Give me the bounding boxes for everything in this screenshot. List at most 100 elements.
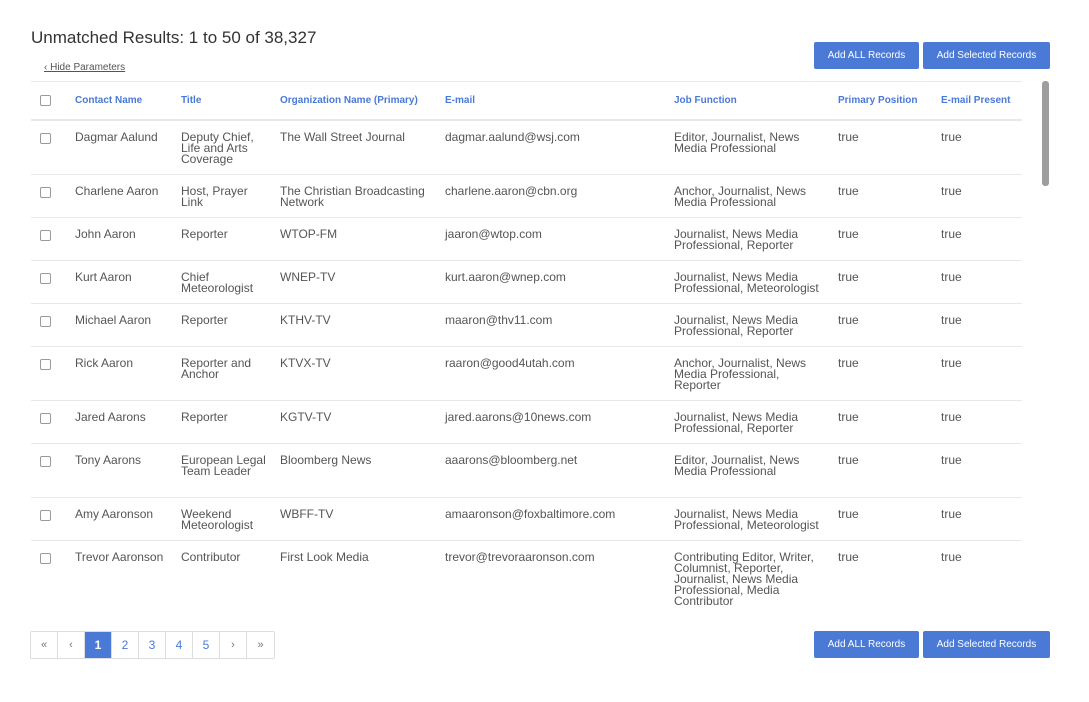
- primary-position-value: true: [838, 409, 859, 424]
- unmatched-results-page: Unmatched Results: 1 to 50 of 38,327 ‹ H…: [0, 0, 1089, 702]
- organization-name: First Look Media: [280, 549, 369, 564]
- add-all-records-button[interactable]: Add ALL Records: [814, 42, 919, 69]
- job-function: Anchor, Journalist, News Media Professio…: [674, 355, 807, 392]
- contact-name: Michael Aaron: [75, 312, 152, 327]
- header-row: Contact Name Title Organization Name (Pr…: [31, 81, 1022, 121]
- job-function: Journalist, News Media Professional, Rep…: [674, 409, 799, 435]
- primary-position-value: true: [838, 549, 859, 564]
- hide-parameters-link[interactable]: ‹ Hide Parameters: [44, 62, 125, 73]
- organization-name: WTOP-FM: [280, 226, 338, 241]
- contact-name: Rick Aaron: [75, 355, 134, 370]
- next-page-button[interactable]: ›: [220, 632, 247, 658]
- email-present-cell: true: [941, 400, 1022, 444]
- table-row: Jared Aarons Reporter KGTV-TV jared.aaro…: [31, 400, 1022, 444]
- job-function: Anchor, Journalist, News Media Professio…: [674, 183, 807, 209]
- table-header: Contact Name Title Organization Name (Pr…: [31, 81, 1022, 121]
- email-address: maaron@thv11.com: [445, 312, 553, 327]
- job-function: Journalist, News Media Professional, Rep…: [674, 226, 799, 252]
- column-header-contact-name[interactable]: Contact Name: [75, 81, 181, 121]
- contact-title: Reporter: [181, 226, 228, 241]
- row-checkbox[interactable]: [40, 358, 51, 370]
- email-cell: dagmar.aalund@wsj.com: [445, 120, 674, 175]
- column-header-job-function[interactable]: Job Function: [674, 81, 838, 121]
- row-checkbox[interactable]: [40, 133, 51, 144]
- table-row: Amy Aaronson Weekend Meteorologist WBFF-…: [31, 497, 1022, 541]
- email-cell: charlene.aaron@cbn.org: [445, 174, 674, 218]
- primary-position-value: true: [838, 506, 859, 521]
- organization-cell: KGTV-TV: [280, 400, 445, 444]
- column-header-organization[interactable]: Organization Name (Primary): [280, 81, 445, 121]
- contact-name-cell: Amy Aaronson: [75, 497, 181, 541]
- job-function-cell: Journalist, News Media Professional, Met…: [674, 260, 838, 304]
- job-function: Contributing Editor, Writer, Columnist, …: [674, 549, 814, 608]
- column-header-title[interactable]: Title: [181, 81, 280, 121]
- email-cell: aaarons@bloomberg.net: [445, 443, 674, 498]
- select-all-checkbox[interactable]: [40, 94, 51, 106]
- email-address: aaarons@bloomberg.net: [445, 452, 578, 467]
- row-checkbox[interactable]: [40, 186, 51, 198]
- organization-cell: WBFF-TV: [280, 497, 445, 541]
- add-all-records-button-bottom[interactable]: Add ALL Records: [814, 631, 919, 658]
- email-present-value: true: [941, 549, 962, 564]
- primary-position-cell: true: [838, 303, 941, 347]
- row-checkbox[interactable]: [40, 315, 51, 327]
- row-checkbox[interactable]: [40, 455, 51, 467]
- row-checkbox[interactable]: [40, 412, 51, 424]
- first-page-button[interactable]: «: [31, 632, 58, 658]
- page-5-button[interactable]: 5: [193, 632, 220, 658]
- contact-name-cell: John Aaron: [75, 217, 181, 261]
- primary-position-value: true: [838, 312, 859, 327]
- column-header-primary-position[interactable]: Primary Position: [838, 81, 941, 121]
- row-checkbox[interactable]: [40, 509, 51, 521]
- table-row: Rick Aaron Reporter and Anchor KTVX-TV r…: [31, 346, 1022, 401]
- job-function: Editor, Journalist, News Media Professio…: [674, 130, 800, 155]
- contact-name-cell: Michael Aaron: [75, 303, 181, 347]
- organization-cell: First Look Media: [280, 540, 445, 611]
- scrollbar-thumb[interactable]: [1042, 81, 1049, 186]
- add-selected-records-button-bottom[interactable]: Add Selected Records: [923, 631, 1050, 658]
- table-row: Dagmar Aalund Deputy Chief, Life and Art…: [31, 120, 1022, 175]
- job-function-cell: Anchor, Journalist, News Media Professio…: [674, 346, 838, 401]
- email-present-cell: true: [941, 217, 1022, 261]
- row-select-cell: [31, 400, 75, 444]
- contact-name: Tony Aarons: [75, 452, 142, 467]
- add-selected-records-button[interactable]: Add Selected Records: [923, 42, 1050, 69]
- column-header-email[interactable]: E-mail: [445, 81, 674, 121]
- title-cell: Reporter: [181, 217, 280, 261]
- job-function-cell: Editor, Journalist, News Media Professio…: [674, 120, 838, 175]
- primary-position-value: true: [838, 226, 859, 241]
- email-address: trevor@trevoraaronson.com: [445, 549, 595, 564]
- page-2-button[interactable]: 2: [112, 632, 139, 658]
- job-function: Journalist, News Media Professional, Met…: [674, 269, 819, 295]
- page-1-button[interactable]: 1: [85, 632, 112, 658]
- contact-name-cell: Tony Aarons: [75, 443, 181, 498]
- email-address: raaron@good4utah.com: [445, 355, 575, 370]
- results-table: Contact Name Title Organization Name (Pr…: [31, 81, 1022, 611]
- primary-position-cell: true: [838, 346, 941, 401]
- primary-position-cell: true: [838, 400, 941, 444]
- organization-cell: KTVX-TV: [280, 346, 445, 401]
- primary-position-value: true: [838, 355, 859, 370]
- job-function: Editor, Journalist, News Media Professio…: [674, 452, 800, 478]
- email-cell: kurt.aaron@wnep.com: [445, 260, 674, 304]
- table-row: Tony Aarons European Legal Team Leader B…: [31, 443, 1022, 498]
- previous-page-button[interactable]: ‹: [58, 632, 85, 658]
- row-checkbox[interactable]: [40, 552, 51, 564]
- contact-name: Jared Aarons: [75, 409, 146, 424]
- row-checkbox[interactable]: [40, 229, 51, 241]
- column-header-email-present[interactable]: E-mail Present: [941, 81, 1022, 121]
- email-present-value: true: [941, 130, 962, 144]
- page-3-button[interactable]: 3: [139, 632, 166, 658]
- row-checkbox[interactable]: [40, 272, 51, 284]
- email-present-cell: true: [941, 303, 1022, 347]
- contact-name: John Aaron: [75, 226, 136, 241]
- contact-title: Deputy Chief, Life and Arts Coverage: [181, 130, 254, 166]
- organization-name: KTVX-TV: [280, 355, 331, 370]
- contact-title: Reporter: [181, 409, 228, 424]
- job-function-cell: Anchor, Journalist, News Media Professio…: [674, 174, 838, 218]
- table-row: John Aaron Reporter WTOP-FM jaaron@wtop.…: [31, 217, 1022, 261]
- last-page-button[interactable]: »: [247, 632, 274, 658]
- page-4-button[interactable]: 4: [166, 632, 193, 658]
- table-row: Kurt Aaron Chief Meteorologist WNEP-TV k…: [31, 260, 1022, 304]
- contact-title: Chief Meteorologist: [181, 269, 254, 295]
